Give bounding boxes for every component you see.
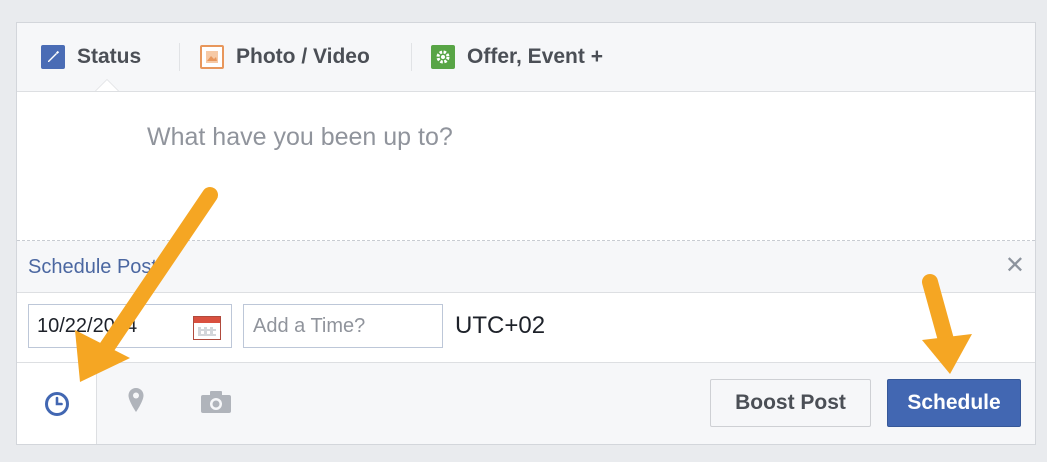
date-field[interactable]: 10/22/2014 — [28, 304, 232, 348]
calendar-icon[interactable] — [193, 316, 221, 340]
pencil-icon — [41, 45, 65, 69]
time-field[interactable] — [243, 304, 443, 348]
composer-bottom-bar: Boost Post Schedule — [17, 363, 1035, 444]
schedule-post-dropdown[interactable]: Schedule Post — [28, 256, 171, 279]
tab-divider — [179, 43, 180, 71]
post-composer: Status Photo / Video Offer, Event + What… — [16, 22, 1036, 445]
tab-divider — [411, 43, 412, 71]
photo-icon — [200, 45, 224, 69]
tab-photo-video[interactable]: Photo / Video — [200, 41, 370, 73]
tab-status[interactable]: Status — [41, 41, 141, 73]
gear-icon — [431, 45, 455, 69]
clock-icon — [44, 391, 69, 416]
date-time-row: 10/22/2014 UTC+02 — [17, 293, 1035, 363]
schedule-post-row: Schedule Post ✕ — [17, 241, 1035, 293]
tab-photo-video-label: Photo / Video — [236, 45, 370, 68]
active-tab-caret-fill — [96, 80, 118, 91]
tab-offer-event[interactable]: Offer, Event + — [431, 41, 603, 73]
timezone-label: UTC+02 — [455, 312, 546, 339]
location-pin-icon[interactable] — [127, 387, 145, 413]
composer-tabs: Status Photo / Video Offer, Event + — [17, 23, 1035, 92]
camera-icon[interactable] — [200, 390, 232, 414]
tab-offer-event-label: Offer, Event + — [467, 45, 603, 68]
close-icon[interactable]: ✕ — [1005, 251, 1025, 280]
schedule-button[interactable]: Schedule — [887, 379, 1021, 427]
date-value: 10/22/2014 — [37, 315, 138, 337]
schedule-clock-tab[interactable] — [17, 363, 97, 444]
boost-post-button[interactable]: Boost Post — [710, 379, 871, 427]
status-textarea[interactable]: What have you been up to? — [147, 123, 453, 152]
status-placeholder: What have you been up to? — [147, 123, 453, 151]
tab-status-label: Status — [77, 45, 142, 68]
schedule-post-label: Schedule Post — [28, 256, 157, 278]
caret-down-icon — [160, 264, 171, 271]
